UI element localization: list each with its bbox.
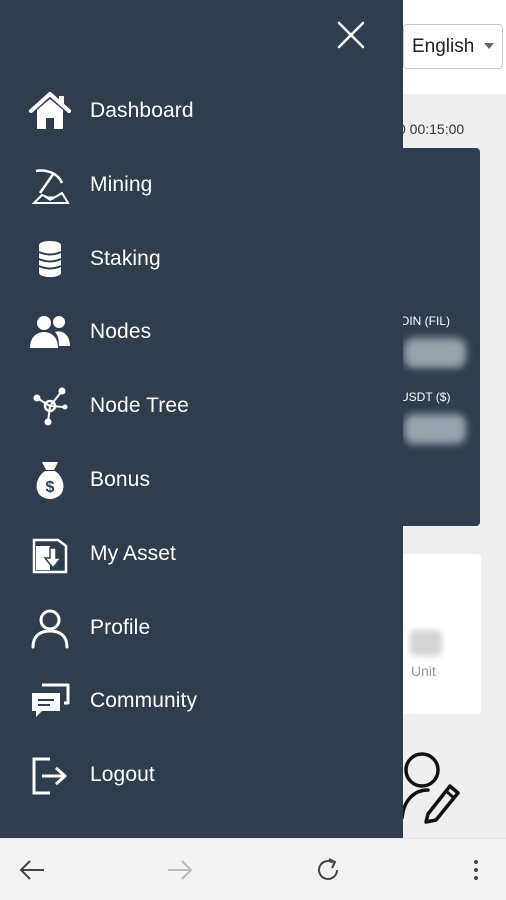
reload-icon[interactable] — [313, 855, 343, 885]
money-bag-icon: $ — [36, 462, 64, 499]
coin-stack-icon — [38, 241, 62, 277]
svg-text:$: $ — [46, 479, 55, 496]
forward-arrow-icon[interactable] — [165, 855, 195, 885]
pickaxe-icon — [31, 169, 70, 204]
chat-icon — [32, 683, 70, 717]
more-vertical-icon[interactable] — [461, 855, 491, 885]
menu-item-staking[interactable]: Staking — [0, 229, 403, 289]
asset-download-icon — [32, 538, 68, 574]
usdt-balance-label: USDT ($) — [400, 390, 451, 404]
menu-item-nodes[interactable]: Nodes — [0, 302, 403, 362]
network-icon — [33, 387, 68, 426]
menu-item-my-asset[interactable]: My Asset — [0, 524, 403, 584]
language-select-value: English — [412, 35, 475, 57]
user-icon — [31, 609, 69, 649]
menu-item-label: My Asset — [90, 542, 176, 565]
menu-item-dashboard[interactable]: Dashboard — [0, 81, 403, 141]
menu-item-logout[interactable]: Logout — [0, 745, 403, 805]
edit-profile-icon[interactable] — [398, 748, 462, 824]
side-drawer: Dashboard Mining Staking Nodes Node Tree… — [0, 0, 403, 838]
menu-item-node-tree[interactable]: Node Tree — [0, 376, 403, 436]
chevron-down-icon — [484, 43, 494, 49]
menu-item-label: Nodes — [90, 320, 152, 343]
menu-item-label: Bonus — [90, 468, 151, 491]
menu-item-bonus[interactable]: $ Bonus — [0, 450, 403, 510]
fil-balance-value — [404, 338, 466, 368]
menu-item-community[interactable]: Community — [0, 671, 403, 731]
close-icon[interactable] — [334, 18, 368, 52]
menu-item-label: Dashboard — [90, 99, 194, 122]
back-arrow-icon[interactable] — [17, 855, 47, 885]
menu-item-mining[interactable]: Mining — [0, 155, 403, 215]
menu-item-label: Staking — [90, 247, 161, 270]
fil-balance-label: OIN (FIL) — [400, 314, 450, 328]
menu-item-label: Node Tree — [90, 394, 189, 417]
language-select[interactable]: English — [403, 24, 503, 69]
users-icon — [30, 316, 70, 348]
unit-label: Unit — [411, 663, 436, 679]
menu-item-label: Mining — [90, 173, 153, 196]
logout-icon — [32, 757, 67, 795]
menu-item-label: Community — [90, 689, 198, 712]
menu-item-label: Logout — [90, 763, 155, 786]
menu-item-profile[interactable]: Profile — [0, 598, 403, 658]
countdown-text: 0 00:15:00 — [398, 121, 465, 137]
menu-item-label: Profile — [90, 616, 151, 639]
browser-bottom-bar — [0, 838, 506, 900]
usdt-balance-value — [404, 414, 466, 444]
home-icon — [29, 92, 71, 129]
unit-value — [410, 630, 442, 656]
